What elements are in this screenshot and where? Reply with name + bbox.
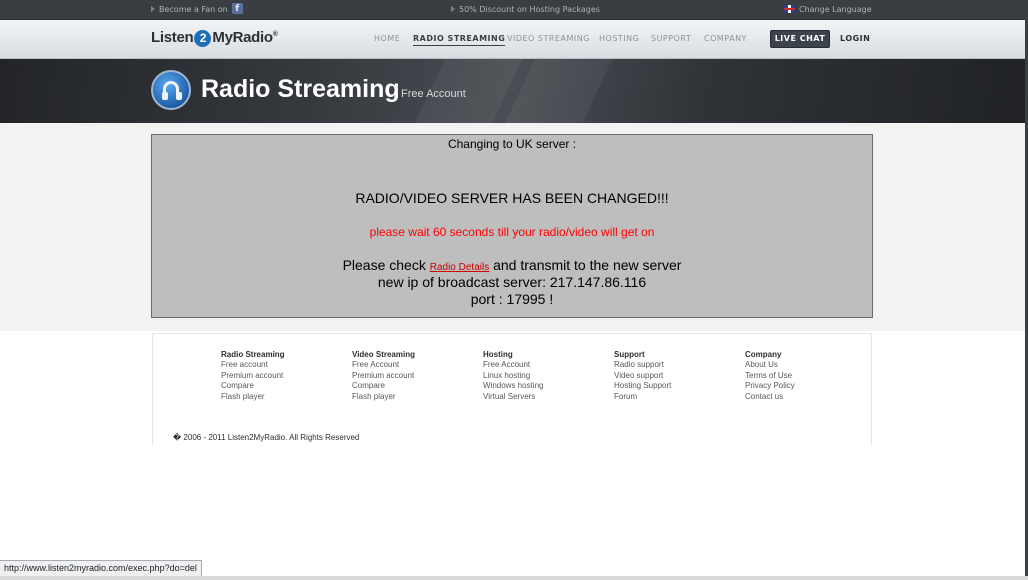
facebook-icon[interactable]: f [231,3,243,14]
server-change-message-box: Changing to UK server : RADIO/VIDEO SERV… [151,134,873,318]
footer-column-company: Company About Us Terms of Use Privacy Po… [745,350,795,402]
page-subtitle: Free Account [401,88,466,100]
server-changed-notice: RADIO/VIDEO SERVER HAS BEEN CHANGED!!! [355,190,669,206]
footer-link[interactable]: Privacy Policy [745,381,795,391]
uk-flag-icon [784,4,795,13]
content-area: Changing to UK server : RADIO/VIDEO SERV… [0,123,1028,331]
discount-text: 50% Discount on Hosting Packages [459,5,600,14]
footer-link[interactable]: Virtual Servers [483,392,543,402]
main-navbar: Listen 2 MyRadio® HOME RADIO STREAMING VID… [0,20,1028,59]
footer-link[interactable]: Forum [614,392,671,402]
arrow-right-icon [451,5,455,12]
footer-link[interactable]: Flash player [221,392,285,402]
footer-column-hosting: Hosting Free Account Linux hosting Windo… [483,350,543,402]
footer-heading: Company [745,350,782,359]
footer-heading: Support [614,350,645,359]
nav-home[interactable]: HOME [374,34,400,43]
footer-link[interactable]: Free Account [483,360,543,370]
fan-text: Become a Fan on [159,5,228,14]
footer-link[interactable]: About Us [745,360,795,370]
footer-link[interactable]: Windows hosting [483,381,543,391]
new-ip-line: new ip of broadcast server: 217.147.86.1… [377,274,647,290]
footer-link[interactable]: Linux hosting [483,371,543,381]
copyright-text: � 2006 - 2011 Listen2MyRadio. All Rights… [173,433,360,442]
check-text: Please check [342,257,426,273]
footer-heading: Hosting [483,350,513,359]
top-bar: Become a Fan on f 50% Discount on Hosting… [0,0,1028,20]
wait-warning: please wait 60 seconds till your radio/v… [369,225,655,239]
logo-text-right: MyRadio [212,29,273,46]
nav-company[interactable]: COMPANY [704,34,747,43]
footer-link[interactable]: Premium account [352,371,415,381]
footer-link[interactable]: Free Account [352,360,415,370]
footer-column-support: Support Radio support Video support Host… [614,350,671,402]
browser-status-bar: http://www.listen2myradio.com/exec.php?d… [0,560,202,576]
server-change-heading: Changing to UK server : [447,137,577,151]
change-language-text: Change Language [799,5,872,14]
login-link[interactable]: LOGIN [840,34,870,43]
become-fan-link[interactable]: Become a Fan on f [151,0,243,20]
live-chat-button[interactable]: LIVE CHAT [770,30,830,48]
footer-link[interactable]: Video support [614,371,671,381]
nav-video-streaming[interactable]: VIDEO STREAMING [507,34,590,43]
window-bottom-edge [0,576,1028,580]
page-title: Radio Streaming [201,75,400,103]
nav-hosting[interactable]: HOSTING [599,34,639,43]
site-footer: Radio Streaming Free account Premium acc… [152,333,872,445]
footer-link[interactable]: Free account [221,360,285,370]
footer-link[interactable]: Compare [221,381,285,391]
port-line: port : 17995 ! [470,291,554,307]
footer-link[interactable]: Hosting Support [614,381,671,391]
check-details-line: Please check Radio Details and transmit … [152,257,872,273]
nav-support[interactable]: SUPPORT [651,34,691,43]
footer-heading: Radio Streaming [221,350,285,359]
logo-number: 2 [194,30,212,47]
logo-text-left: Listen [151,29,194,46]
footer-link[interactable]: Terms of Use [745,371,795,381]
footer-link[interactable]: Compare [352,381,415,391]
footer-link[interactable]: Premium account [221,371,285,381]
change-language-link[interactable]: Change Language [784,0,872,20]
radio-details-link[interactable]: Radio Details [430,262,489,273]
arrow-right-icon [151,5,155,12]
footer-link[interactable]: Flash player [352,392,415,402]
headphones-icon [151,70,191,110]
discount-link[interactable]: 50% Discount on Hosting Packages [451,0,600,20]
nav-radio-streaming[interactable]: RADIO STREAMING [413,34,506,46]
footer-column-video-streaming: Video Streaming Free Account Premium acc… [352,350,415,402]
transmit-text: and transmit to the new server [493,257,682,273]
footer-column-radio-streaming: Radio Streaming Free account Premium acc… [221,350,285,402]
site-logo[interactable]: Listen 2 MyRadio® [151,29,278,47]
logo-registered-mark: ® [272,31,278,38]
footer-link[interactable]: Radio support [614,360,671,370]
footer-link[interactable]: Contact us [745,392,795,402]
page-banner: Radio Streaming Free Account [0,59,1028,123]
footer-heading: Video Streaming [352,350,415,359]
